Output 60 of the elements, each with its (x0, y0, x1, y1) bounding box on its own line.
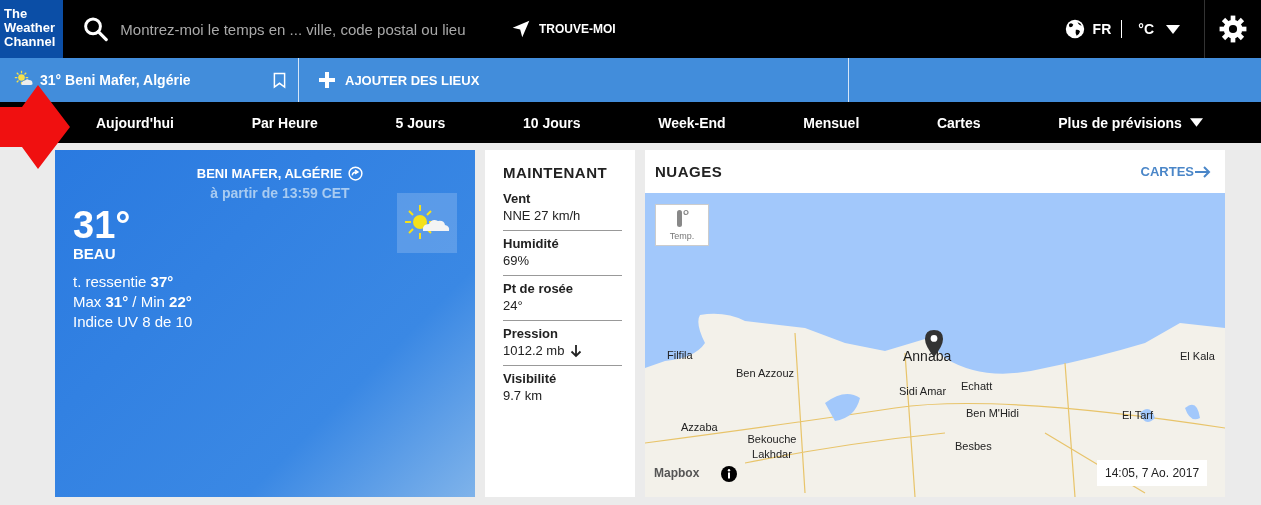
place-label: Besbes (955, 440, 992, 452)
bookmark-icon (273, 71, 286, 89)
search-icon (83, 16, 109, 42)
temperature-layer-button[interactable]: Temp. (655, 204, 709, 246)
detail-label: Humidité (503, 235, 560, 252)
place-label: Sidi Amar (899, 385, 947, 397)
place-label: El Tarf (1122, 409, 1153, 421)
panel-title: NUAGES (655, 163, 723, 180)
nav-tab[interactable]: Aujourd'hui (96, 114, 174, 131)
nav-tab[interactable]: Mensuel (803, 114, 860, 131)
location-link[interactable]: BENI MAFER, ALGÉRIE (196, 166, 364, 181)
place-label: Filfila (667, 349, 693, 361)
info-icon (721, 466, 737, 482)
weather-detail: t. ressentie 37° (73, 272, 175, 292)
navigation-arrow-icon (511, 19, 531, 39)
nav-tab[interactable]: Week-End (658, 114, 726, 131)
locate-button[interactable]: TROUVE-MOI (505, 18, 622, 40)
down-arrow-icon (570, 343, 583, 358)
unit-dropdown[interactable]: °C (1132, 20, 1186, 38)
place-label: Ben Azzouz (736, 367, 795, 379)
weather-detail: Indice UV 8 de 10 (73, 312, 193, 332)
nav-tab[interactable]: Plus de prévisions (1058, 114, 1203, 131)
map-attribution: Mapbox (654, 466, 700, 480)
place-label: Bekouche Lakhdar (746, 432, 798, 462)
panel-title: MAINTENANT (503, 164, 609, 181)
detail-label: Pression (503, 325, 559, 342)
right-arrow-icon (1195, 165, 1211, 178)
place-label: El Kala (1180, 350, 1215, 362)
observation-time: à partir de 13:59 CET (210, 185, 350, 201)
detail-label: Visibilité (503, 370, 558, 387)
place-label: Ben M'Hidi (966, 407, 1019, 419)
settings-icon (1219, 15, 1247, 43)
condition: BEAU (73, 245, 117, 262)
globe-icon (1064, 19, 1085, 39)
place-label: Echatt (961, 380, 993, 392)
annotation-arrow-icon (0, 85, 70, 169)
weather-detail: Max 31° / Min 22° (73, 292, 193, 312)
logo[interactable]: The Weather Channel (0, 0, 63, 58)
detail-value: 9.7 km (503, 387, 542, 404)
detail-value: NNE 27 km/h (503, 207, 581, 224)
thermometer-icon (675, 209, 689, 229)
arrow-circle-icon (348, 166, 364, 181)
detail-value: 24° (503, 297, 523, 314)
nav-tab[interactable]: Cartes (936, 114, 981, 131)
detail-value: 1012.2 mb (503, 342, 565, 359)
place-label: Azzaba (681, 421, 718, 433)
search-field[interactable]: Montrez-moi le temps en ... ville, code postal ou lieu (83, 16, 483, 42)
caret-icon (1166, 24, 1180, 34)
nav-tab[interactable]: Par Heure (251, 114, 318, 131)
nav-tab[interactable]: 10 Jours (522, 114, 581, 131)
detail-value: 69% (503, 252, 530, 269)
place-label: Annaba (903, 348, 952, 364)
detail-label: Pt de rosée (503, 280, 575, 297)
maps-link[interactable]: CARTES (1140, 164, 1211, 179)
detail-label: Vent (503, 190, 532, 207)
map-timestamp: 14:05, 7 Ao. 2017 (1097, 460, 1208, 486)
plus-icon (319, 72, 335, 88)
language-button[interactable]: FR (1058, 18, 1118, 40)
nav-tab[interactable]: 5 Jours (395, 114, 446, 131)
temperature: 31° (73, 205, 132, 245)
